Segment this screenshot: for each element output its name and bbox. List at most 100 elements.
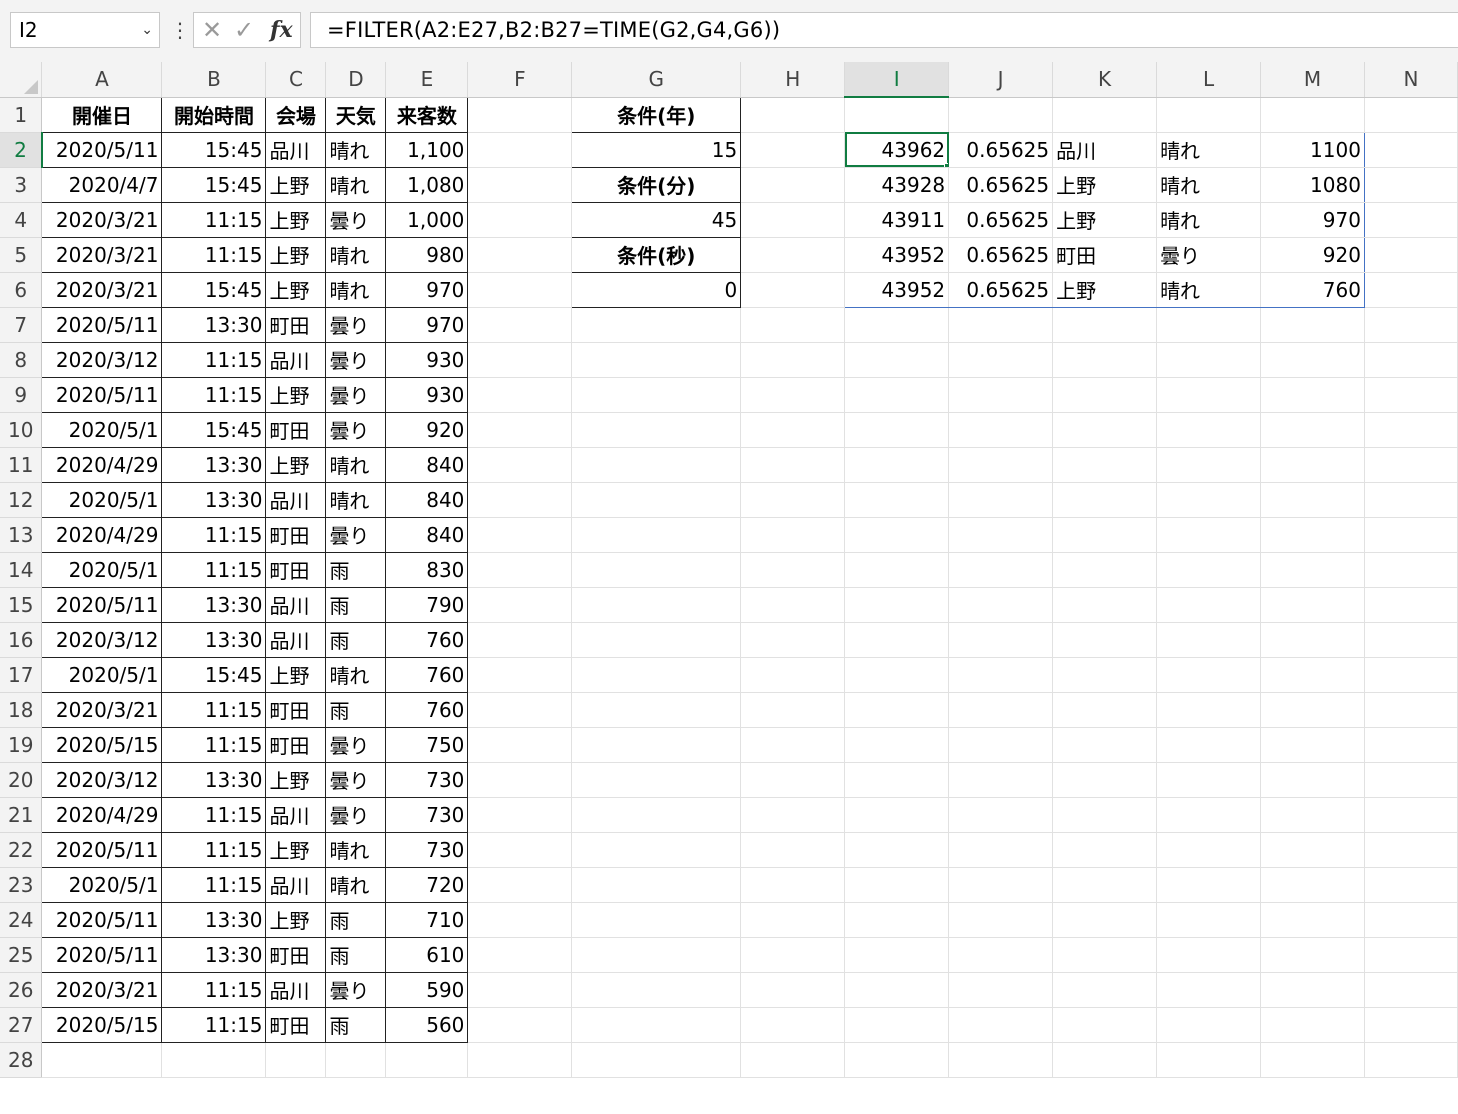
row-header[interactable]: 15: [0, 587, 43, 623]
cell[interactable]: [844, 762, 950, 798]
table-cell[interactable]: 980: [385, 236, 469, 273]
table-cell[interactable]: 11:15: [161, 201, 267, 238]
table-cell[interactable]: 2020/5/11: [41, 831, 163, 868]
filter-result-cell[interactable]: 0.65625: [948, 167, 1054, 203]
table-cell[interactable]: 品川: [265, 131, 327, 168]
table-cell[interactable]: 品川: [265, 481, 327, 518]
cell[interactable]: [844, 587, 950, 623]
cell[interactable]: [467, 692, 573, 728]
column-header-selected[interactable]: I: [844, 62, 950, 98]
table-cell[interactable]: 町田: [265, 516, 327, 553]
filter-result-cell[interactable]: 上野: [1052, 272, 1158, 308]
cell[interactable]: [467, 167, 573, 203]
table-cell[interactable]: 2020/5/11: [41, 131, 163, 168]
cell[interactable]: [467, 202, 573, 238]
cell[interactable]: [467, 272, 573, 308]
cell[interactable]: [740, 692, 846, 728]
cell[interactable]: [740, 1007, 846, 1043]
table-cell[interactable]: 790: [385, 586, 469, 623]
table-cell[interactable]: 2020/5/1: [41, 551, 163, 588]
condition-label[interactable]: 条件(分): [571, 166, 742, 203]
cell[interactable]: [844, 1007, 950, 1043]
table-cell[interactable]: 町田: [265, 306, 327, 343]
table-header-cell[interactable]: 開催日: [41, 96, 163, 133]
cell[interactable]: [1156, 1007, 1261, 1043]
cell[interactable]: [740, 412, 846, 448]
cell[interactable]: [1260, 552, 1365, 588]
cell[interactable]: [467, 832, 573, 868]
cell[interactable]: [1156, 552, 1261, 588]
table-cell[interactable]: 晴れ: [325, 446, 387, 483]
name-box[interactable]: I2 ⌄: [10, 12, 160, 48]
table-cell[interactable]: 上野: [265, 271, 327, 308]
cell[interactable]: [844, 832, 950, 868]
cell[interactable]: [844, 412, 950, 448]
cell[interactable]: [1052, 307, 1158, 343]
table-cell[interactable]: 730: [385, 831, 469, 868]
filter-result-cell[interactable]: 970: [1260, 202, 1365, 238]
table-cell[interactable]: 上野: [265, 236, 327, 273]
table-cell[interactable]: 930: [385, 341, 469, 378]
cell[interactable]: [844, 937, 950, 973]
cell[interactable]: [467, 727, 573, 763]
cell[interactable]: [467, 552, 573, 588]
table-cell[interactable]: 13:30: [161, 586, 267, 623]
table-cell[interactable]: 雨: [325, 586, 387, 623]
table-cell[interactable]: 15:45: [161, 131, 267, 168]
table-cell[interactable]: 晴れ: [325, 166, 387, 203]
cell[interactable]: [1156, 832, 1261, 868]
cell[interactable]: [740, 972, 846, 1008]
cell[interactable]: [571, 307, 742, 343]
cell[interactable]: [1156, 972, 1261, 1008]
cell[interactable]: [740, 762, 846, 798]
cell[interactable]: [325, 1042, 387, 1078]
table-cell[interactable]: 品川: [265, 341, 327, 378]
select-all-corner[interactable]: [0, 62, 43, 98]
row-header[interactable]: 17: [0, 657, 43, 693]
cell[interactable]: [948, 867, 1054, 903]
cell[interactable]: [467, 797, 573, 833]
cell[interactable]: [740, 97, 846, 133]
cell[interactable]: [571, 517, 742, 553]
table-cell[interactable]: 2020/3/12: [41, 621, 163, 658]
cell[interactable]: [1156, 762, 1261, 798]
table-cell[interactable]: 840: [385, 446, 469, 483]
filter-result-cell[interactable]: 43952: [844, 272, 950, 308]
cell[interactable]: [948, 832, 1054, 868]
cell[interactable]: [1364, 237, 1458, 273]
condition-label[interactable]: 条件(年): [571, 96, 742, 133]
cell[interactable]: [1156, 97, 1261, 133]
table-cell[interactable]: 2020/5/11: [41, 306, 163, 343]
table-cell[interactable]: 品川: [265, 621, 327, 658]
cell[interactable]: [1364, 1042, 1458, 1078]
cell[interactable]: [467, 237, 573, 273]
cell[interactable]: [1260, 762, 1365, 798]
table-cell[interactable]: 2020/3/12: [41, 341, 163, 378]
cell[interactable]: [1156, 937, 1261, 973]
cell[interactable]: [1156, 902, 1261, 938]
cell[interactable]: [1052, 727, 1158, 763]
table-cell[interactable]: 13:30: [161, 306, 267, 343]
table-cell[interactable]: 2020/5/11: [41, 936, 163, 973]
cell[interactable]: [844, 902, 950, 938]
cell[interactable]: [844, 552, 950, 588]
cell[interactable]: [1364, 342, 1458, 378]
cell[interactable]: [1156, 412, 1261, 448]
enter-icon[interactable]: ✓: [234, 13, 254, 47]
table-cell[interactable]: 11:15: [161, 866, 267, 903]
table-cell[interactable]: 曇り: [325, 341, 387, 378]
table-cell[interactable]: 町田: [265, 726, 327, 763]
cell[interactable]: [1364, 202, 1458, 238]
cell[interactable]: [740, 587, 846, 623]
table-cell[interactable]: 晴れ: [325, 271, 387, 308]
filter-result-cell[interactable]: 43952: [844, 237, 950, 273]
table-cell[interactable]: 15:45: [161, 411, 267, 448]
cell[interactable]: [844, 447, 950, 483]
filter-result-cell[interactable]: 上野: [1052, 167, 1158, 203]
cell[interactable]: [1364, 657, 1458, 693]
cell[interactable]: [467, 412, 573, 448]
insert-function-icon[interactable]: fx: [270, 13, 293, 47]
filter-result-cell[interactable]: 曇り: [1156, 237, 1261, 273]
cell[interactable]: [1260, 342, 1365, 378]
cell[interactable]: [1052, 447, 1158, 483]
